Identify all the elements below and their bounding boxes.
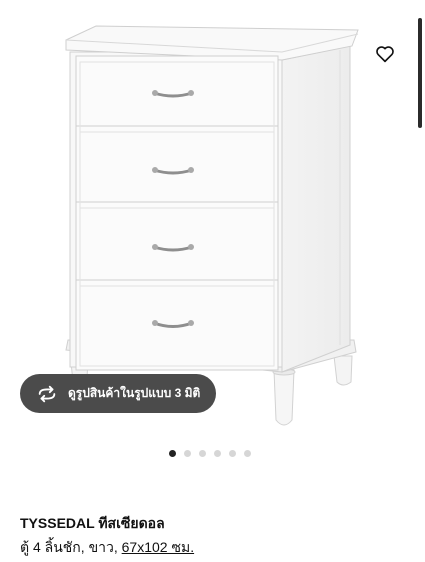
carousel-dot-1[interactable]: [169, 450, 176, 457]
view-3d-button[interactable]: ดูรูปสินค้าในรูปแบบ 3 มิติ: [20, 374, 216, 413]
image-carousel-indicator: [169, 450, 251, 457]
product-title: TYSSEDAL ทีสเซียดอล: [20, 515, 165, 531]
carousel-dot-4[interactable]: [214, 450, 221, 457]
product-description-text: ตู้ 4 ลิ้นชัก, ขาว,: [20, 539, 122, 555]
carousel-dot-5[interactable]: [229, 450, 236, 457]
carousel-dot-3[interactable]: [199, 450, 206, 457]
product-description: ตู้ 4 ลิ้นชัก, ขาว, 67x102 ซม.: [20, 537, 194, 559]
carousel-dot-2[interactable]: [184, 450, 191, 457]
carousel-dot-6[interactable]: [244, 450, 251, 457]
dimensions-link[interactable]: 67x102 ซม.: [122, 539, 194, 555]
favorite-button[interactable]: [371, 40, 399, 68]
heart-outline-icon: [376, 46, 394, 63]
view-3d-label: ดูรูปสินค้าในรูปแบบ 3 มิติ: [68, 386, 201, 400]
rotate-3d-icon: [36, 383, 58, 405]
scrollbar-thumb[interactable]: [418, 18, 422, 128]
